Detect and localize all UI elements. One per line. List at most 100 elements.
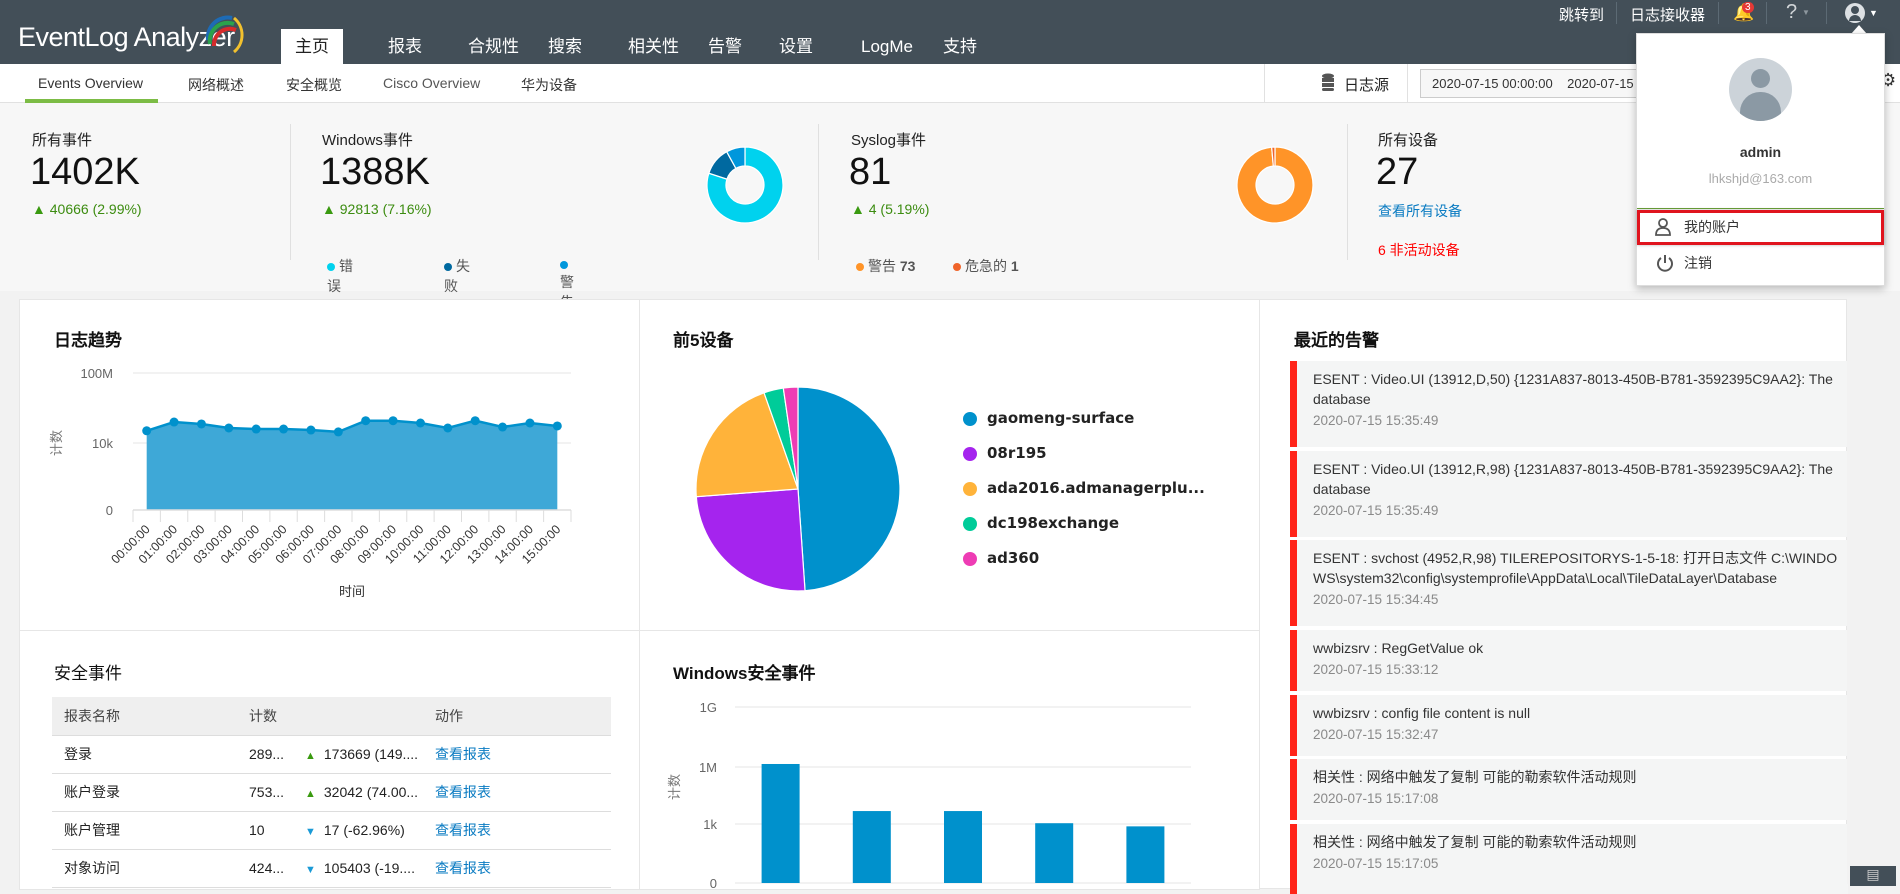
data-point[interactable] bbox=[196, 419, 206, 429]
delta: ▼ 105403 (-19.... bbox=[305, 849, 435, 888]
bar[interactable] bbox=[1035, 823, 1074, 883]
pie-legend-item[interactable]: ad360 bbox=[963, 549, 1039, 567]
main-tab-6[interactable]: 设置 bbox=[765, 29, 827, 64]
pie-legend-item[interactable]: gaomeng-surface bbox=[963, 409, 1134, 427]
view-report-link[interactable]: 查看报表 bbox=[435, 773, 611, 812]
data-point[interactable] bbox=[415, 418, 425, 428]
user-icon bbox=[1655, 218, 1671, 236]
data-point[interactable] bbox=[251, 424, 261, 434]
syslog-events-value: 81 bbox=[849, 151, 892, 193]
stats-summary: 所有事件 1402K ▲ 40666 (2.99%) Windows事件 138… bbox=[0, 103, 1900, 328]
log-source-button[interactable]: 日志源 bbox=[1344, 74, 1389, 95]
profile-avatar-icon bbox=[1729, 58, 1792, 121]
windows-security-bar-chart: 1G 1M 1k 0 计数 bbox=[667, 700, 1191, 890]
data-point[interactable] bbox=[388, 416, 398, 426]
my-account-menu-item[interactable]: 我的账户 bbox=[1637, 210, 1884, 245]
user-chevron-icon[interactable]: ▼ bbox=[1869, 8, 1878, 18]
col-action-label: 动作 bbox=[435, 707, 463, 724]
database-icon[interactable] bbox=[1321, 73, 1335, 96]
jump-to-link[interactable]: 跳转到 bbox=[1559, 4, 1604, 25]
sub-tab-4[interactable]: 华为设备 bbox=[521, 75, 577, 95]
delta-text: 17 (-62.96%) bbox=[323, 822, 405, 838]
bar[interactable] bbox=[1126, 826, 1165, 883]
main-tab-8[interactable]: 支持 bbox=[929, 29, 991, 64]
alert-message: wwbizsrv : RegGetValue ok bbox=[1313, 640, 1484, 656]
y-tick-label: 1k bbox=[703, 817, 717, 832]
main-tab-1[interactable]: 报表 bbox=[374, 29, 436, 64]
alert-card[interactable]: ESENT : Video.UI (13912,D,50) {1231A837-… bbox=[1290, 361, 1848, 447]
alert-card[interactable]: wwbizsrv : config file content is null 20… bbox=[1290, 695, 1848, 756]
pie-slice-0[interactable] bbox=[797, 386, 901, 592]
legend-dot-icon bbox=[953, 263, 961, 272]
data-point[interactable] bbox=[169, 417, 179, 427]
y-axis-label: 计数 bbox=[49, 430, 64, 456]
main-tab-2[interactable]: 合规性 bbox=[454, 29, 533, 64]
help-icon[interactable]: ? bbox=[1786, 1, 1797, 24]
sub-tab-0[interactable]: Events Overview bbox=[38, 75, 143, 91]
delta: ▲ 173669 (149.... bbox=[305, 735, 435, 774]
data-point[interactable] bbox=[306, 425, 316, 435]
inactive-devices-link[interactable]: 6 非活动设备 bbox=[1378, 240, 1460, 260]
data-point[interactable] bbox=[470, 416, 480, 426]
user-avatar-icon[interactable] bbox=[1845, 3, 1865, 23]
windows-delta-text: 92813 (7.16%) bbox=[339, 201, 432, 217]
data-point[interactable] bbox=[552, 421, 562, 431]
data-point[interactable] bbox=[525, 418, 535, 428]
pie-legend-item[interactable]: 08r195 bbox=[963, 444, 1047, 462]
col-report-name: 报表名称 bbox=[52, 697, 249, 736]
alert-card[interactable]: wwbizsrv : RegGetValue ok 2020-07-15 15:3… bbox=[1290, 630, 1848, 691]
down-arrow-icon: ▼ bbox=[305, 864, 316, 876]
alert-card[interactable]: ESENT : svchost (4952,R,98) TILEREPOSITO… bbox=[1290, 540, 1848, 626]
all-events-delta-text: 40666 (2.99%) bbox=[49, 201, 142, 217]
alert-timestamp: 2020-07-15 15:17:08 bbox=[1313, 791, 1439, 806]
legend-dot-icon bbox=[963, 411, 977, 426]
data-point[interactable] bbox=[279, 424, 289, 434]
alert-card[interactable]: 相关性 : 网络中触发了复制 可能的勒索软件活动规则 2020-07-15 15:… bbox=[1290, 759, 1848, 820]
log-receiver-link[interactable]: 日志接收器 bbox=[1630, 4, 1705, 25]
pie-legend-item[interactable]: dc198exchange bbox=[963, 514, 1119, 532]
alert-card[interactable]: ESENT : Video.UI (13912,R,98) {1231A837-… bbox=[1290, 451, 1848, 537]
logo-arc-icon bbox=[205, 15, 244, 54]
data-point[interactable] bbox=[498, 422, 508, 432]
pie-legend-item[interactable]: ada2016.admanagerplu... bbox=[963, 479, 1205, 497]
main-tab-7[interactable]: LogMe bbox=[847, 29, 927, 64]
alert-timestamp: 2020-07-15 15:17:05 bbox=[1313, 856, 1439, 871]
syslog-events-donut[interactable] bbox=[1235, 145, 1315, 225]
data-point[interactable] bbox=[333, 427, 343, 437]
view-report-link[interactable]: 查看报表 bbox=[435, 811, 611, 850]
data-point[interactable] bbox=[361, 416, 371, 426]
main-tab-3[interactable]: 搜索 bbox=[534, 29, 596, 64]
data-point[interactable] bbox=[443, 423, 453, 433]
pie-slice-1[interactable] bbox=[695, 488, 806, 592]
alert-message: 相关性 : 网络中触发了复制 可能的勒索软件活动规则 bbox=[1313, 834, 1637, 850]
count: 289... bbox=[249, 735, 305, 774]
count: 753... bbox=[249, 773, 305, 812]
view-report-link[interactable]: 查看报表 bbox=[435, 849, 611, 888]
main-tab-0[interactable]: 主页 bbox=[281, 29, 343, 64]
bar[interactable] bbox=[852, 811, 891, 883]
bar[interactable] bbox=[761, 763, 800, 883]
main-tab-5[interactable]: 告警 bbox=[694, 29, 756, 64]
up-arrow-icon: ▲ bbox=[851, 201, 865, 217]
user-email: lhkshjd@163.com bbox=[1708, 171, 1813, 186]
sub-tab-2[interactable]: 安全概览 bbox=[286, 75, 342, 95]
windows-events-donut[interactable] bbox=[705, 145, 785, 225]
alert-timestamp: 2020-07-15 15:32:47 bbox=[1313, 727, 1439, 742]
pie-legend-label: gaomeng-surface bbox=[987, 409, 1135, 427]
sub-tab-1[interactable]: 网络概述 bbox=[188, 75, 244, 95]
down-arrow-icon: ▼ bbox=[305, 826, 316, 838]
data-point[interactable] bbox=[224, 423, 234, 433]
chat-icon[interactable]: ▤ bbox=[1850, 866, 1896, 886]
report-name: 对象访问 bbox=[52, 849, 249, 888]
top-navbar: EventLog Analyzer 主页 报表 合规性 搜索 相关性 告警 设置 LogMe 支… bbox=[0, 0, 1900, 64]
bar[interactable] bbox=[944, 811, 982, 883]
main-tab-4[interactable]: 相关性 bbox=[614, 29, 693, 64]
view-report-link[interactable]: 查看报表 bbox=[435, 735, 611, 774]
sub-tab-3[interactable]: Cisco Overview bbox=[383, 75, 480, 91]
scroll-gutter bbox=[1847, 299, 1900, 884]
view-all-devices-link[interactable]: 查看所有设备 bbox=[1378, 201, 1462, 221]
data-point[interactable] bbox=[142, 426, 152, 436]
log-trend-chart: 100M10k000:00:0001:00:0002:00:0003:00:00… bbox=[49, 366, 572, 599]
help-chevron-icon[interactable]: ▼ bbox=[1802, 8, 1810, 17]
logout-menu-item[interactable]: 注销 bbox=[1637, 246, 1884, 281]
